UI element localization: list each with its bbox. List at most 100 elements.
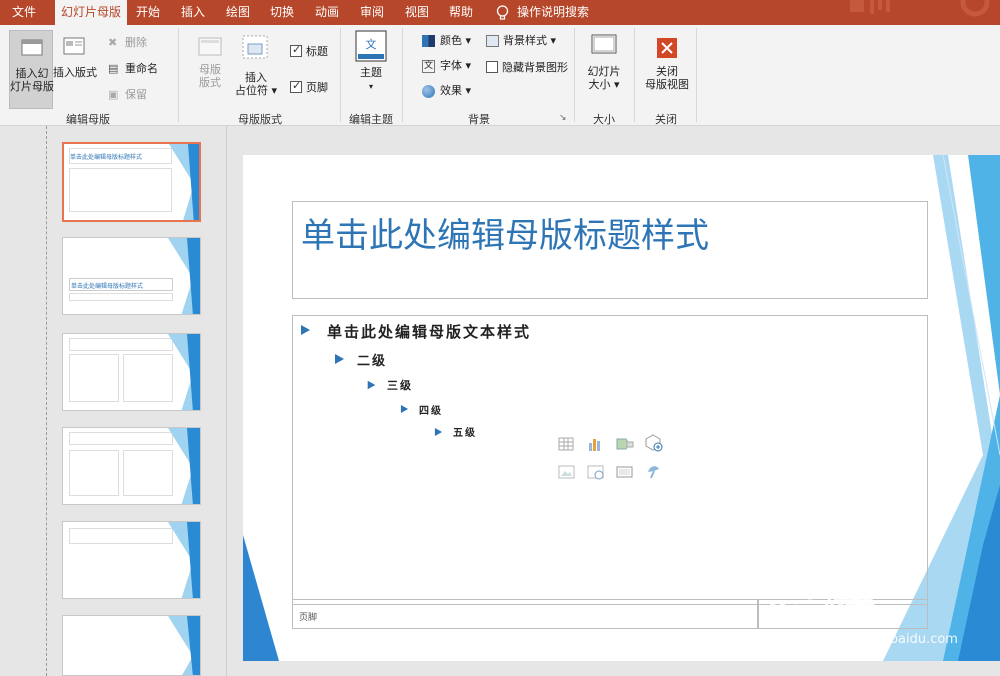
tell-me-search[interactable]: 操作说明搜索 — [517, 0, 589, 25]
tab-draw[interactable]: 绘图 — [220, 0, 256, 25]
title-checkbox[interactable]: ✓ — [290, 43, 302, 57]
body-level-2: 二级 — [357, 354, 388, 369]
insert-table-icon[interactable] — [558, 436, 574, 452]
tab-slide-master[interactable]: 幻灯片母版 — [55, 0, 127, 25]
placeholder-icon — [242, 35, 268, 59]
themes-dropdown-arrow: ▾ — [368, 82, 373, 91]
footer-placeholder[interactable]: 页脚 — [292, 599, 758, 629]
thumb-decoration — [168, 334, 200, 410]
lightbulb-icon[interactable] — [494, 4, 511, 21]
insert-picture-icon[interactable] — [558, 464, 576, 480]
thumb-title-box — [69, 148, 172, 164]
slide-size-label: 幻灯片 大小 ▾ — [587, 65, 621, 91]
thumb-title-box — [69, 528, 173, 544]
insert-chart-icon[interactable] — [587, 436, 603, 452]
themes-button[interactable]: 文 主题 ▾ — [352, 30, 390, 94]
thumb-blank-layout[interactable] — [62, 615, 201, 676]
tab-review[interactable]: 审阅 — [354, 0, 390, 25]
decorative-shapes — [850, 0, 990, 17]
tab-help[interactable]: 帮助 — [443, 0, 479, 25]
group-separator — [696, 28, 697, 122]
group-separator — [574, 28, 575, 122]
insert-placeholder-button[interactable]: 插入 占位符 ▾ — [235, 35, 277, 99]
thumb-content-box — [69, 354, 119, 402]
thumb-title-layout[interactable]: 单击此处编辑母版标题样式 — [62, 237, 201, 315]
delete-button[interactable]: ✖ 删除 — [108, 34, 147, 52]
group-separator — [340, 28, 341, 122]
close-master-view-button[interactable]: 关闭 母版视图 — [644, 35, 690, 99]
group-label-size: 大小 — [593, 113, 615, 126]
ribbon-tab-bar: 文件 幻灯片母版 开始 插入 绘图 切换 动画 审阅 视图 帮助 操作说明搜索 — [0, 0, 1000, 25]
thumb-decoration — [169, 144, 199, 220]
thumb-comparison-layout[interactable] — [62, 427, 201, 505]
preserve-label: 保留 — [125, 88, 147, 101]
thumb-two-content-layout[interactable] — [62, 333, 201, 411]
master-layout-label: 母版 版式 — [199, 63, 221, 89]
tab-view[interactable]: 视图 — [399, 0, 435, 25]
insert-smartart-icon[interactable] — [616, 436, 634, 452]
master-layout-icon — [198, 37, 222, 56]
thumb-slide-master[interactable]: 单击此处编辑母版标题样式 — [62, 142, 201, 222]
close-master-view-label: 关闭 母版视图 — [645, 65, 689, 91]
insert-slide-master-button[interactable]: 插入幻 灯片母版 — [9, 30, 54, 109]
insert-online-picture-icon[interactable] — [587, 464, 605, 480]
hide-background-graphics-label: 隐藏背景图形 — [502, 61, 568, 74]
group-label-close: 关闭 — [655, 113, 677, 126]
ribbon: 插入幻 灯片母版 插入版式 ✖ 删除 ▤ 重命名 ▣ 保留 编辑母版 母版 版式 插入… — [0, 25, 1000, 126]
tab-insert[interactable]: 插入 — [175, 0, 211, 25]
insert-icons-icon[interactable] — [645, 462, 663, 480]
group-separator — [178, 28, 179, 122]
colors-button[interactable]: 颜色 ▾ — [422, 32, 471, 50]
insert-video-icon[interactable] — [616, 464, 634, 480]
level1-bullet-icon — [301, 325, 310, 335]
hide-background-graphics-checkbox[interactable] — [486, 61, 498, 73]
effects-button[interactable]: 效果 ▾ — [422, 82, 471, 100]
tab-file[interactable]: 文件 — [0, 0, 48, 25]
slide-size-button[interactable]: 幻灯片 大小 ▾ — [584, 33, 624, 97]
tab-transitions[interactable]: 切换 — [264, 0, 300, 25]
effects-icon — [422, 84, 435, 98]
background-styles-button[interactable]: 背景样式 ▾ — [486, 32, 556, 50]
title-checkbox-label: 标题 — [306, 45, 328, 58]
body-placeholder[interactable]: 单击此处编辑母版文本样式 二级 三级 四级 五级 — [292, 315, 928, 605]
tab-animations[interactable]: 动画 — [309, 0, 345, 25]
body-level-1: 单击此处编辑母版文本样式 — [327, 323, 532, 341]
thumb-decoration — [168, 522, 200, 598]
master-layout-button[interactable]: 母版 版式 — [194, 35, 226, 95]
thumb-decoration — [168, 428, 200, 504]
thumb-title-box — [69, 432, 173, 445]
tab-home[interactable]: 开始 — [130, 0, 166, 25]
thumb-subtitle-box — [69, 293, 173, 301]
preserve-icon: ▣ — [108, 88, 119, 101]
footer-checkbox[interactable]: ✓ — [290, 79, 302, 93]
slide-size-icon — [591, 34, 617, 54]
rename-label: 重命名 — [125, 62, 158, 75]
body-level-4: 四级 — [419, 406, 443, 417]
thumb-title-only-layout[interactable] — [62, 521, 201, 599]
background-styles-icon — [486, 35, 499, 47]
dialog-launcher-icon[interactable]: ↘ — [559, 113, 567, 123]
watermark-brand: Bai 经验 — [768, 596, 876, 626]
insert-3d-model-icon[interactable] — [645, 434, 663, 452]
delete-label: 删除 — [125, 36, 147, 49]
level2-bullet-icon — [335, 354, 344, 364]
footer-checkbox-label: 页脚 — [306, 81, 328, 94]
slide-canvas[interactable]: 单击此处编辑母版标题样式 单击此处编辑母版文本样式 二级 三级 四级 五级 页脚 — [243, 155, 1000, 661]
group-separator — [402, 28, 403, 122]
svg-text:文: 文 — [366, 37, 377, 51]
color-palette-icon — [422, 35, 435, 47]
insert-placeholder-label: 插入 占位符 ▾ — [234, 71, 278, 97]
preserve-button[interactable]: ▣ 保留 — [108, 86, 147, 104]
slide-master-icon — [21, 39, 43, 56]
insert-slide-master-label: 插入幻 灯片母版 — [10, 67, 54, 93]
fonts-button[interactable]: 文字体 ▾ — [422, 57, 471, 75]
close-icon — [657, 38, 677, 58]
rename-button[interactable]: ▤ 重命名 — [108, 60, 158, 78]
title-placeholder[interactable]: 单击此处编辑母版标题样式 — [292, 201, 928, 299]
thumb-layout-title: 单击此处编辑母版标题样式 — [71, 283, 144, 290]
insert-layout-button[interactable]: 插入版式 — [53, 30, 97, 90]
delete-icon: ✖ — [108, 36, 118, 49]
group-label-edit-master: 编辑母版 — [66, 113, 110, 126]
level5-bullet-icon — [434, 428, 443, 436]
level4-bullet-icon — [400, 405, 409, 413]
